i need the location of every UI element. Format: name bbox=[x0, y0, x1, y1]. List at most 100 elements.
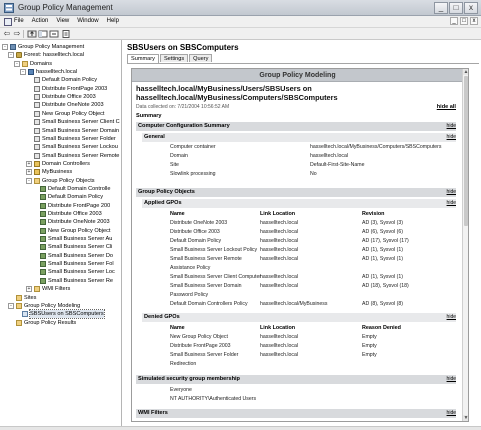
tree-node-label[interactable]: Group Policy Objects bbox=[42, 177, 95, 185]
tree-node-label[interactable]: SBSUsers on SBSComputers bbox=[29, 309, 105, 320]
tree-node[interactable]: Distribute OneNote 2003 bbox=[32, 218, 110, 226]
tree-node[interactable]: Group Policy Results bbox=[8, 319, 76, 327]
console-tree[interactable]: - Group Policy Management - Forest: hassell… bbox=[0, 40, 122, 426]
tree-node[interactable]: + MyBusiness bbox=[26, 168, 72, 176]
properties-icon[interactable] bbox=[61, 29, 71, 39]
tree-node-label[interactable]: Domain Controllers bbox=[42, 160, 90, 168]
tree-node[interactable]: Small Business Server Cli bbox=[32, 243, 112, 251]
tree-node[interactable]: - Domains bbox=[14, 60, 52, 68]
collapse-icon[interactable]: - bbox=[8, 52, 14, 59]
tree-node-label[interactable]: Small Business Server Fol bbox=[48, 260, 114, 268]
tree-node-label[interactable]: Small Business Server Loc bbox=[48, 268, 115, 276]
mdi-restore-button[interactable]: □ bbox=[460, 17, 468, 25]
tree-node[interactable]: Small Business Server Re bbox=[32, 277, 113, 285]
forward-arrow-icon[interactable]: ⇨ bbox=[12, 29, 22, 39]
maximize-button[interactable]: □ bbox=[449, 2, 463, 14]
tree-node-label[interactable]: Small Business Server Au bbox=[48, 235, 112, 243]
tree-node[interactable]: Small Business Server Loc bbox=[32, 268, 115, 276]
tree-node-label[interactable]: Distribute OneNote 2003 bbox=[48, 218, 110, 226]
scroll-down-icon[interactable]: ▼ bbox=[463, 415, 468, 421]
tree-node[interactable]: - hasselltech.local bbox=[20, 68, 77, 76]
tree-node-label[interactable]: New Group Policy Object bbox=[48, 227, 111, 235]
tree-node-label[interactable]: Distribute OneNote 2003 bbox=[42, 101, 104, 109]
tree-node[interactable]: Small Business Server Do bbox=[32, 252, 113, 260]
mdi-close-button[interactable]: x bbox=[470, 17, 478, 25]
tree-node-label[interactable]: Small Business Server Cli bbox=[48, 243, 112, 251]
tree-node-label[interactable]: Default Domain Controlle bbox=[48, 185, 111, 193]
tree-node[interactable]: Default Domain Policy bbox=[32, 193, 103, 201]
minimize-button[interactable]: _ bbox=[434, 2, 448, 14]
tree-node[interactable]: Small Business Server Au bbox=[32, 235, 112, 243]
tree-node-label[interactable]: Sites bbox=[24, 294, 36, 302]
hide-link[interactable]: hide bbox=[447, 189, 456, 195]
tree-node[interactable]: + WMI Filters bbox=[26, 285, 70, 293]
collapse-icon[interactable]: - bbox=[26, 177, 32, 184]
hide-all-link[interactable]: hide all bbox=[437, 104, 456, 110]
tree-node-label[interactable]: WMI Filters bbox=[42, 285, 70, 293]
tree-node-label[interactable]: Small Business Server Remote bbox=[42, 152, 119, 160]
menu-help[interactable]: Help bbox=[107, 18, 119, 24]
refresh-icon[interactable] bbox=[49, 29, 59, 39]
back-arrow-icon[interactable]: ⇦ bbox=[2, 29, 12, 39]
tree-node-label[interactable]: Small Business Server Lockou bbox=[42, 143, 118, 151]
show-tree-icon[interactable] bbox=[38, 29, 48, 39]
tree-node[interactable]: Small Business Server Lockou bbox=[26, 143, 118, 151]
tree-node-label[interactable]: Distribute Office 2003 bbox=[48, 210, 102, 218]
hide-link[interactable]: hide bbox=[447, 123, 456, 129]
tree-node[interactable]: Small Business Server Folder bbox=[26, 135, 116, 143]
tree-node-label[interactable]: Small Business Server Do bbox=[48, 252, 113, 260]
hide-link[interactable]: hide bbox=[447, 200, 456, 206]
tree-node-label[interactable]: Small Business Server Re bbox=[48, 277, 113, 285]
tree-node[interactable]: Small Business Server Client C bbox=[26, 118, 120, 126]
menu-action[interactable]: Action bbox=[32, 18, 49, 24]
tree-node[interactable]: Distribute Office 2003 bbox=[26, 93, 96, 101]
tree-node[interactable]: - Group Policy Management bbox=[2, 43, 84, 51]
tree-node-label[interactable]: hasselltech.local bbox=[36, 68, 77, 76]
tree-node-label[interactable]: Domains bbox=[30, 60, 52, 68]
tree-node-label[interactable]: Group Policy Management bbox=[18, 43, 84, 51]
tree-node[interactable]: Small Business Server Remote bbox=[26, 152, 119, 160]
tree-node-label[interactable]: Distribute FrontPage 2003 bbox=[42, 85, 107, 93]
menu-file[interactable]: File bbox=[14, 18, 24, 24]
tree-node[interactable]: New Group Policy Object bbox=[26, 110, 105, 118]
report-scrollbar[interactable]: ▲ ▼ bbox=[462, 69, 468, 421]
hide-link[interactable]: hide bbox=[447, 410, 456, 416]
tree-node-label[interactable]: Small Business Server Folder bbox=[42, 135, 116, 143]
tree-node-label[interactable]: Forest: hasselltech.local bbox=[24, 51, 84, 59]
tab-summary[interactable]: Summary bbox=[127, 54, 159, 63]
tree-node[interactable]: Distribute FrontPage 200 bbox=[32, 202, 110, 210]
tree-node[interactable]: - Forest: hasselltech.local bbox=[8, 51, 84, 59]
tree-node-label[interactable]: Default Domain Policy bbox=[48, 193, 103, 201]
hide-link[interactable]: hide bbox=[447, 134, 456, 140]
collapse-icon[interactable]: - bbox=[20, 69, 26, 76]
tree-node[interactable]: + Domain Controllers bbox=[26, 160, 90, 168]
tree-node[interactable]: Sites bbox=[8, 294, 36, 302]
up-folder-icon[interactable] bbox=[27, 29, 37, 39]
tree-node[interactable]: Distribute FrontPage 2003 bbox=[26, 85, 107, 93]
tree-node-label[interactable]: New Group Policy Object bbox=[42, 110, 105, 118]
menu-window[interactable]: Window bbox=[77, 18, 98, 24]
scroll-thumb[interactable] bbox=[464, 76, 468, 226]
mdi-minimize-button[interactable]: _ bbox=[450, 17, 458, 25]
tree-node[interactable]: Small Business Server Fol bbox=[32, 260, 114, 268]
tree-node[interactable]: SBSUsers on SBSComputers bbox=[14, 309, 105, 320]
expand-icon[interactable]: + bbox=[26, 160, 32, 167]
tree-node[interactable]: New Group Policy Object bbox=[32, 227, 111, 235]
expand-icon[interactable]: + bbox=[26, 169, 32, 176]
tab-query[interactable]: Query bbox=[189, 54, 213, 62]
hide-link[interactable]: hide bbox=[447, 376, 456, 382]
hide-link[interactable]: hide bbox=[447, 314, 456, 320]
tree-node[interactable]: Distribute OneNote 2003 bbox=[26, 101, 104, 109]
tree-node[interactable]: Default Domain Policy bbox=[26, 76, 97, 84]
collapse-icon[interactable]: - bbox=[8, 302, 14, 309]
tree-node[interactable]: Distribute Office 2003 bbox=[32, 210, 102, 218]
tree-node-label[interactable]: Distribute Office 2003 bbox=[42, 93, 96, 101]
scroll-up-icon[interactable]: ▲ bbox=[463, 69, 468, 75]
tree-node-label[interactable]: Group Policy Modeling bbox=[24, 302, 80, 310]
collapse-icon[interactable]: - bbox=[14, 60, 20, 67]
tree-node[interactable]: - Group Policy Modeling bbox=[8, 302, 80, 310]
tree-node[interactable]: Default Domain Controlle bbox=[32, 185, 111, 193]
tree-node-label[interactable]: Default Domain Policy bbox=[42, 76, 97, 84]
tree-node-label[interactable]: MyBusiness bbox=[42, 168, 72, 176]
tree-node-label[interactable]: Group Policy Results bbox=[24, 319, 76, 327]
